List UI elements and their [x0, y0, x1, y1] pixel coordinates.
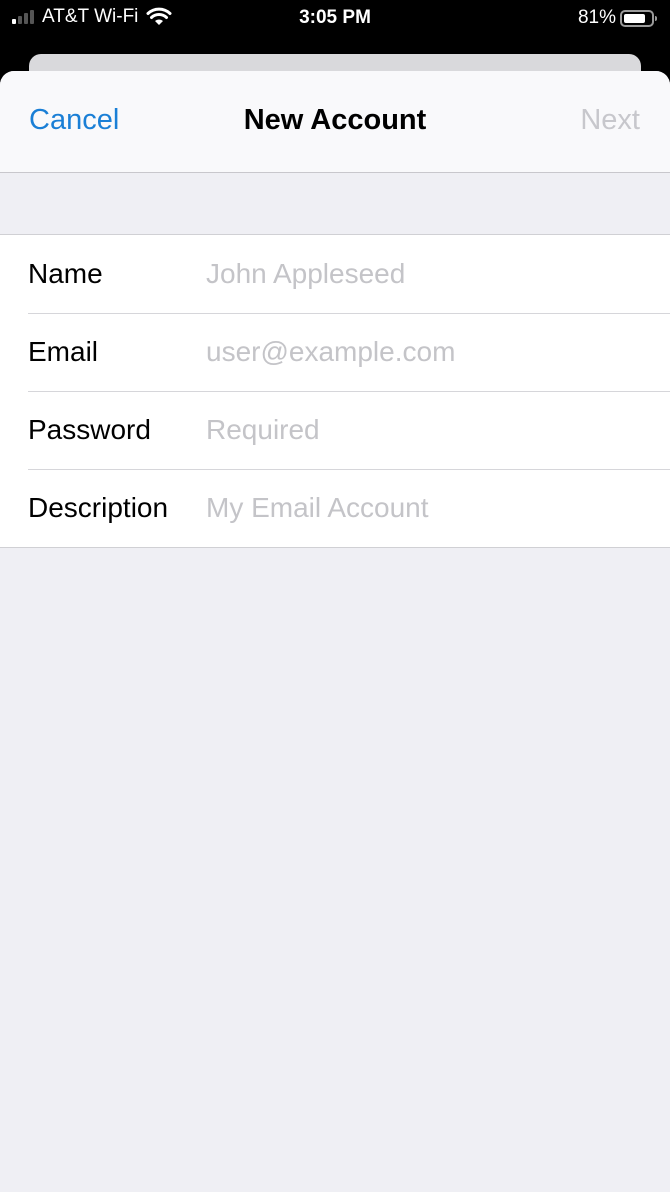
navigation-bar: Cancel New Account Next [0, 71, 670, 173]
email-input[interactable] [206, 336, 660, 368]
page-title: New Account [243, 104, 427, 136]
password-input[interactable] [206, 414, 660, 446]
status-bar: AT&T Wi-Fi 3:05 PM 81% [0, 0, 670, 40]
clock: 3:05 PM [299, 7, 371, 28]
new-account-sheet: Cancel New Account Next Name Email Passw… [0, 71, 670, 1192]
description-input[interactable] [206, 492, 660, 524]
battery-fill [624, 13, 646, 23]
form-row-description: Description [0, 469, 670, 547]
form-row-password: Password [0, 391, 670, 469]
name-input[interactable] [206, 258, 660, 290]
battery-percent: 81% [577, 7, 616, 28]
email-label: Email [28, 336, 99, 367]
form-row-email: Email [0, 313, 670, 391]
battery-icon [620, 9, 657, 27]
account-form: Name Email Password Description [0, 234, 670, 548]
name-label: Name [28, 258, 103, 289]
password-label: Password [28, 414, 151, 445]
status-right: 81% [577, 7, 657, 29]
form-row-name: Name [0, 235, 670, 313]
next-button[interactable]: Next [580, 104, 640, 137]
description-label: Description [28, 492, 169, 523]
